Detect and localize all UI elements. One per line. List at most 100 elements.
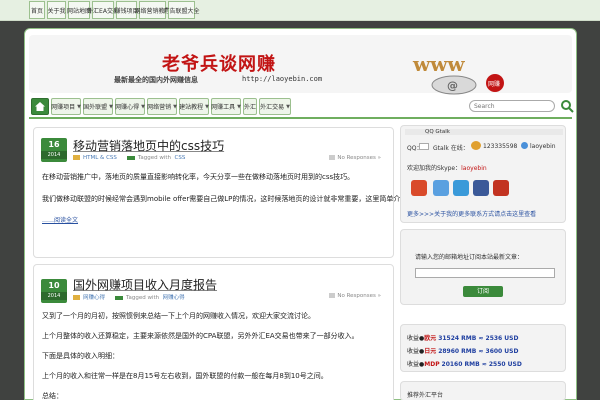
post-title[interactable]: 国外网赚项目收入月度报告 — [73, 276, 217, 293]
tag-icon — [126, 155, 135, 160]
nav-item-label: 网络营销 — [147, 104, 172, 111]
page-wrapper: 老爷兵谈网赚 最新最全的国内外网赚信息 http://laoyebin.com … — [24, 28, 577, 400]
subscribe-text: 请输入您的邮箱地址订阅本站最新文章： — [415, 254, 524, 261]
post-title[interactable]: 移动营销落地页中的css技巧 — [73, 137, 224, 154]
nav-item-label: 国外联盟 — [83, 104, 108, 111]
post-body-line: 上个月的收入和往常一样是在8月15号左右收到，国外联盟的付款一般在每月8到10号… — [42, 372, 328, 380]
chevron-down-icon: ▼ — [141, 103, 145, 110]
facebook-icon[interactable] — [473, 180, 489, 196]
post-meta: HTML & CSS Tagged with CSS — [73, 155, 185, 161]
nav-item-forex[interactable]: 外汇 — [243, 98, 257, 115]
contact-gtalk-id[interactable]: laoyebin — [530, 143, 556, 150]
contact-qq-number[interactable]: 123335598 — [483, 143, 517, 150]
skype-text: 欢迎加我的Skype：laoyebin — [407, 163, 487, 172]
comment-icon — [329, 293, 336, 298]
comment-icon — [329, 155, 336, 160]
skype-id[interactable]: laoyebin — [461, 165, 487, 172]
nav-home-button[interactable] — [31, 98, 49, 115]
post-category[interactable]: 网赚心得 — [83, 295, 105, 301]
search-input[interactable] — [469, 100, 555, 112]
ea-earnings-widget: 收益●欧元 31524 RMB ≈ 2536 USD 收益●日元 28960 R… — [400, 324, 566, 372]
nav-item-label: 网赚工具 — [211, 104, 236, 111]
nav-item-experience[interactable]: 网赚心得 ▼ — [115, 98, 145, 115]
email-field[interactable] — [415, 268, 555, 278]
earnings-prefix: 收益● — [407, 361, 425, 368]
nav-item-site-building[interactable]: 建站教程 ▼ — [179, 98, 209, 115]
post-category[interactable]: HTML & CSS — [83, 155, 117, 161]
nav-item-marketing[interactable]: 网络营销 ▼ — [147, 98, 177, 115]
post-tag[interactable]: CSS — [175, 155, 186, 161]
chevron-down-icon: ▼ — [173, 103, 177, 110]
nav-item-forex-trading[interactable]: 外汇交易 ▼ — [259, 98, 291, 115]
site-tagline: 最新最全的国内外网赚信息 — [114, 76, 198, 84]
twitter-icon[interactable] — [453, 180, 469, 196]
tag-icon — [115, 295, 124, 300]
chevron-down-icon: ▼ — [77, 103, 81, 110]
svg-text:@: @ — [447, 79, 458, 92]
responses-label: No Responses » — [337, 293, 381, 299]
nav-item-tools[interactable]: 网赚工具 ▼ — [211, 98, 241, 115]
topbar-item-ad-networks[interactable]: 广告联盟大全 — [164, 1, 200, 19]
top-menu-bar: 首页 关于我 网站地图 外汇EA交易 赚钱项目 网络营销教程 广告联盟大全 — [0, 0, 600, 21]
earnings-value: 20160 RMB ≈ 2550 USD — [441, 361, 522, 368]
post-excerpt-line: 在移动营销推广中，落地页的质量直接影响转化率，今天分享一些在做移动落地页时用到的… — [42, 173, 355, 181]
contact-gtalk-label: Gtalk 在线： — [433, 145, 469, 152]
nav-divider — [29, 117, 572, 119]
post-meta: 网赚心得 Tagged with 网赚心得 — [73, 293, 185, 301]
nav-item-foreign-networks[interactable]: 国外联盟 ▼ — [83, 98, 113, 115]
contact-widget: QQ Gtalk QQ： Gtalk 在线： 123335598 laoyebi… — [400, 125, 566, 223]
topbar-item-forex-ea[interactable]: 外汇EA交易 — [87, 1, 119, 19]
post-responses[interactable]: No Responses » — [329, 293, 381, 299]
earnings-row: 收益●日元 28960 RMB ≈ 3600 USD — [407, 346, 518, 355]
www-banner-icon: www @ 网赚 — [412, 52, 504, 95]
nav-item-projects[interactable]: 网赚项目 ▼ — [51, 98, 81, 115]
www-art-badge: 网赚 — [488, 80, 500, 88]
qq-status-icon — [419, 143, 429, 150]
earnings-name: 欧元 — [424, 335, 437, 342]
contact-more-link[interactable]: 更多>>>关于我的更多联系方式请点击这里查看 — [407, 209, 536, 218]
post-day: 16 — [48, 140, 60, 149]
post-day: 10 — [48, 281, 60, 290]
nav-item-label: 网赚项目 — [51, 104, 76, 111]
home-icon — [35, 102, 45, 111]
tagged-label: Tagged with — [137, 155, 172, 161]
site-url: http://laoyebin.com — [242, 75, 323, 83]
topbar-item-about[interactable]: 关于我 — [47, 1, 66, 19]
post-tag[interactable]: 网赚心得 — [163, 295, 185, 301]
site-header: 老爷兵谈网赚 最新最全的国内外网赚信息 http://laoyebin.com … — [29, 35, 572, 95]
weibo-icon[interactable] — [411, 180, 427, 196]
search-icon[interactable] — [560, 99, 574, 113]
tagged-label: Tagged with — [126, 295, 160, 301]
earnings-row: 收益●欧元 31524 RMB ≈ 2536 USD — [407, 333, 518, 342]
chevron-down-icon: ▼ — [286, 103, 290, 110]
post-responses[interactable]: No Responses » — [329, 155, 381, 161]
post-body-line: 下面是具体的收入明细： — [42, 352, 119, 360]
widget-title: 推荐外汇平台 — [407, 392, 444, 399]
topbar-item-home[interactable]: 首页 — [29, 1, 45, 19]
folder-icon — [73, 295, 80, 300]
post-date-badge: 16 2014 — [41, 138, 67, 162]
chevron-down-icon: ▼ — [205, 103, 209, 110]
post-body-line: 又到了一个月的月初，按照惯例来总结一下上个月的网赚收入情况，欢迎大家交流讨论。 — [42, 312, 315, 320]
earnings-value: 28960 RMB ≈ 3600 USD — [438, 348, 519, 355]
topbar-item-marketing[interactable]: 网络营销教程 — [135, 1, 171, 19]
nav-item-label: 外汇交易 — [260, 104, 285, 111]
subscribe-button[interactable]: 订阅 — [463, 286, 503, 297]
responses-label: No Responses » — [337, 155, 381, 161]
earnings-value: 31524 RMB ≈ 2536 USD — [438, 335, 519, 342]
main-nav: 网赚项目 ▼ 国外联盟 ▼ 网赚心得 ▼ 网络营销 ▼ 建站教程 ▼ 网赚工具 ▼ 外汇 外… — [29, 97, 574, 117]
post-body-line: 总结： — [42, 392, 63, 400]
earnings-prefix: 收益● — [407, 348, 425, 355]
folder-icon — [73, 155, 80, 160]
post-year: 2014 — [41, 292, 67, 300]
earnings-name: MDP — [424, 361, 440, 368]
read-more-link[interactable]: ……阅读全文 — [42, 215, 78, 224]
qq-penguin-icon — [471, 141, 481, 150]
earnings-name: 日元 — [424, 348, 437, 355]
chevron-down-icon: ▼ — [109, 103, 113, 110]
site-logo-title[interactable]: 老爷兵谈网赚 — [162, 50, 276, 76]
tencent-weibo-icon[interactable] — [433, 180, 449, 196]
post-card: 10 2014 国外网赚项目收入月度报告 网赚心得 Tagged with 网赚心… — [33, 264, 394, 400]
google-plus-icon[interactable] — [493, 180, 509, 196]
chevron-down-icon: ▼ — [237, 103, 241, 110]
